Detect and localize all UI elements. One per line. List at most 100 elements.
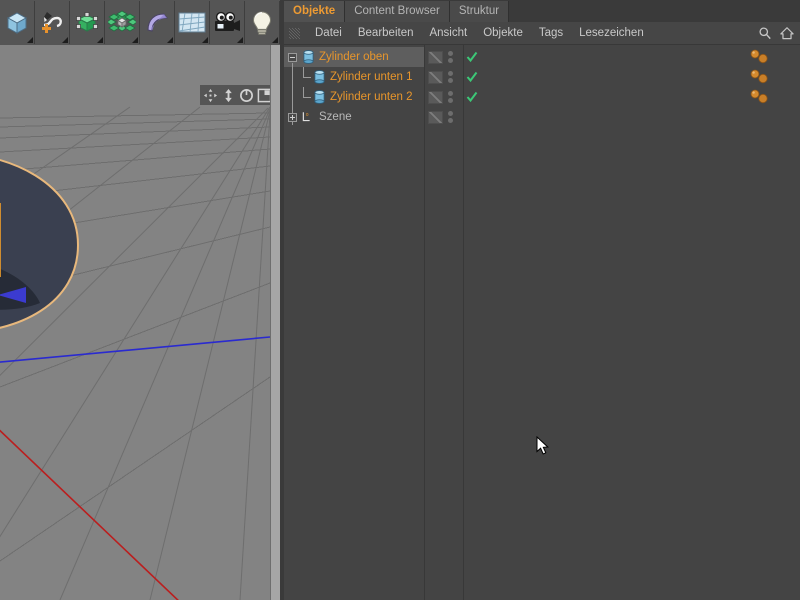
move-view-icon[interactable] [203, 88, 218, 103]
tool-dropdown-corner[interactable] [97, 37, 103, 43]
menu-tags[interactable]: Tags [531, 22, 571, 45]
nurbs-generator-icon [76, 11, 98, 32]
camera-icon [215, 11, 240, 31]
spline-pen-icon [42, 11, 62, 33]
object-label: Szene [319, 111, 352, 123]
visibility-dots[interactable] [448, 107, 453, 127]
spline-pen-button[interactable] [35, 1, 70, 44]
scene-layer-icon: 0 [302, 112, 310, 122]
dot-group [448, 71, 453, 83]
tool-dropdown-corner[interactable] [62, 37, 68, 43]
array-mograph-icon [108, 10, 136, 31]
viewport-scrollbar[interactable] [270, 45, 280, 600]
visibility-dots[interactable] [448, 47, 453, 67]
array-mograph-button[interactable] [105, 1, 140, 44]
tab-objekte[interactable]: Objekte [284, 1, 346, 22]
camera-button[interactable] [210, 1, 245, 44]
tool-dropdown-corner[interactable] [237, 37, 243, 43]
expand-toggle-plus[interactable] [288, 113, 297, 122]
visibility-dots[interactable] [448, 87, 453, 107]
tool-dropdown-corner[interactable] [132, 37, 138, 43]
nurbs-generator-button[interactable] [70, 1, 105, 44]
object-manager: Objekte Content Browser Struktur Datei B… [284, 0, 800, 600]
object-manager-tabs: Objekte Content Browser Struktur [284, 0, 800, 22]
tool-dropdown-corner[interactable] [202, 37, 208, 43]
tag-cell-display[interactable] [428, 107, 443, 127]
menu-bearbeiten[interactable]: Bearbeiten [350, 22, 422, 45]
object-label: Zylinder unten 1 [330, 71, 413, 83]
rotate-view-icon[interactable] [239, 88, 254, 103]
dot-group [448, 111, 453, 123]
enabled-check-icon[interactable] [466, 71, 478, 83]
render-visibility-dot[interactable] [448, 118, 453, 123]
dot-group [448, 51, 453, 63]
object-manager-menubar: Datei Bearbeiten Ansicht Objekte Tags Le… [284, 22, 800, 45]
menu-datei[interactable]: Datei [307, 22, 350, 45]
tag-cell-display[interactable] [428, 87, 443, 107]
tag-cell-display[interactable] [428, 67, 443, 87]
menu-objekte[interactable]: Objekte [475, 22, 531, 45]
tree-row-zylinder-unten-2[interactable]: Zylinder unten 2 [284, 87, 800, 107]
svg-text:0: 0 [306, 112, 309, 117]
enabled-check-icon[interactable] [466, 51, 478, 63]
display-mode-icon[interactable] [428, 50, 443, 64]
cylinder-icon [314, 70, 325, 84]
viewport-nav-toolbar [200, 85, 270, 105]
tool-dropdown-corner[interactable] [167, 37, 173, 43]
cube-primitive-button[interactable] [0, 1, 35, 44]
tag-cell-display[interactable] [428, 47, 443, 67]
menu-ansicht[interactable]: Ansicht [421, 22, 475, 45]
object-label: Zylinder unten 2 [330, 91, 413, 103]
render-visibility-dot[interactable] [448, 78, 453, 83]
bend-deformer-button[interactable] [140, 1, 175, 44]
bend-deformer-icon [147, 12, 169, 32]
editor-visibility-dot[interactable] [448, 91, 453, 96]
material-tag-icon[interactable] [749, 69, 769, 85]
tab-content-browser[interactable]: Content Browser [345, 1, 450, 22]
material-tag-icon[interactable] [749, 49, 769, 65]
render-visibility-dot[interactable] [448, 58, 453, 63]
floor-environment-icon [178, 12, 206, 32]
dot-group [448, 91, 453, 103]
tool-dropdown-corner[interactable] [27, 37, 33, 43]
perspective-viewport[interactable] [0, 45, 270, 600]
tool-dropdown-corner[interactable] [272, 37, 278, 43]
render-visibility-dot[interactable] [448, 98, 453, 103]
home-icon[interactable] [780, 26, 794, 40]
tree-row-szene[interactable]: 0 Szene [284, 107, 800, 127]
cylinder-icon [314, 90, 325, 104]
cube-primitive-icon [6, 11, 28, 34]
cylinder-icon [303, 50, 314, 64]
light-button[interactable] [245, 1, 280, 44]
editor-visibility-dot[interactable] [448, 51, 453, 56]
tree-row-zylinder-oben[interactable]: Zylinder oben [284, 47, 800, 125]
viewport-scene [0, 45, 270, 600]
object-tree[interactable]: Zylinder oben Zylinder unten 1 Zylinder … [284, 45, 800, 600]
expand-toggle-minus[interactable] [288, 53, 297, 62]
column-divider-tags [424, 45, 425, 600]
display-mode-icon[interactable] [428, 90, 443, 104]
tree-connector-vertical [303, 87, 304, 98]
zoom-view-icon[interactable] [221, 88, 236, 103]
panel-grip-handle[interactable] [289, 27, 300, 39]
enabled-check-icon[interactable] [466, 91, 478, 103]
display-mode-icon[interactable] [428, 70, 443, 84]
object-label: Zylinder oben [319, 51, 389, 63]
display-mode-icon[interactable] [428, 110, 443, 124]
maximize-view-icon[interactable] [257, 88, 270, 103]
tree-connector [303, 77, 311, 78]
editor-visibility-dot[interactable] [448, 111, 453, 116]
column-divider-materials [463, 45, 464, 600]
tree-row-zylinder-unten-1[interactable]: Zylinder unten 1 [284, 67, 800, 87]
tab-struktur[interactable]: Struktur [449, 1, 510, 22]
cinema4d-window: Objekte Content Browser Struktur Datei B… [0, 0, 800, 600]
editor-visibility-dot[interactable] [448, 71, 453, 76]
material-tag-icon[interactable] [749, 89, 769, 105]
menu-lesezeichen[interactable]: Lesezeichen [571, 22, 652, 45]
floor-environment-button[interactable] [175, 1, 210, 44]
visibility-dots[interactable] [448, 67, 453, 87]
menubar-right-icons [758, 26, 800, 40]
main-toolbar [0, 0, 280, 45]
light-icon [252, 10, 272, 35]
search-icon[interactable] [758, 26, 772, 40]
